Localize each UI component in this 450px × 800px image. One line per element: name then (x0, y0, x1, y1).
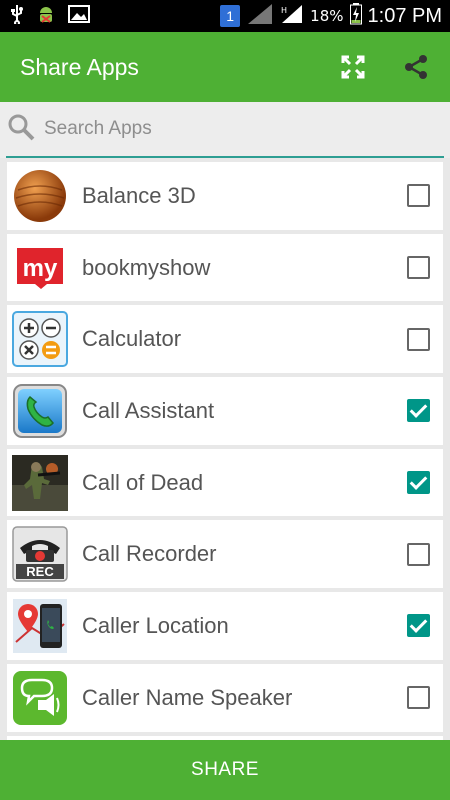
call-of-dead-icon (12, 454, 68, 511)
app-checkbox[interactable] (407, 614, 430, 638)
app-label: Caller Name Speaker (82, 684, 293, 710)
android-debug-icon (36, 4, 56, 28)
app-row-calculator[interactable]: Calculator (7, 305, 443, 374)
app-label: Call of Dead (82, 469, 204, 495)
app-row-call-assistant[interactable]: Call Assistant (7, 377, 443, 445)
app-checkbox[interactable] (407, 542, 430, 566)
caller-name-speaker-icon (12, 670, 68, 726)
bookmyshow-icon: my (12, 240, 68, 296)
balance-3d-icon (12, 168, 68, 224)
battery-charging-icon (349, 3, 362, 29)
signal-sim1-icon (246, 2, 274, 30)
app-checkbox[interactable] (407, 471, 430, 495)
battery-percent: 18% (310, 7, 344, 25)
app-checkbox[interactable] (407, 686, 430, 710)
app-label: Call Recorder (82, 541, 217, 567)
svg-text:H: H (281, 6, 287, 15)
app-list: Balance 3D my bookmyshow Calculator Call… (0, 158, 450, 740)
caller-location-icon (12, 598, 68, 654)
app-label: Balance 3D (82, 182, 196, 208)
app-row-bookmyshow[interactable]: my bookmyshow (7, 233, 443, 302)
app-row-balance-3d[interactable]: Balance 3D (7, 162, 443, 230)
app-label: Call Assistant (82, 397, 215, 423)
app-row-call-of-dead[interactable]: Call of Dead (7, 448, 443, 517)
app-checkbox[interactable] (407, 399, 430, 423)
call-assistant-icon (12, 383, 68, 439)
clock: 1:07 PM (367, 4, 442, 27)
svg-text:REC: REC (26, 564, 54, 579)
search-bar (0, 102, 450, 158)
app-bar: Share Apps (0, 32, 450, 102)
app-checkbox[interactable] (407, 184, 430, 208)
app-row-call-recorder[interactable]: REC Call Recorder (7, 520, 443, 589)
page-title: Share Apps (20, 53, 139, 80)
usb-icon (10, 4, 24, 28)
image-notification-icon (68, 5, 90, 27)
share-button[interactable]: SHARE (0, 740, 450, 800)
calculator-icon (12, 311, 68, 368)
app-checkbox[interactable] (407, 256, 430, 280)
app-row-caller-name-speaker[interactable]: Caller Name Speaker (7, 663, 443, 732)
share-icon[interactable] (402, 53, 430, 81)
status-bar: 1 H 18% 1:07 PM (0, 0, 450, 32)
sim-slot-badge: 1 (220, 5, 241, 27)
search-icon (6, 112, 36, 146)
app-checkbox[interactable] (407, 327, 430, 351)
svg-text:my: my (23, 255, 58, 282)
fullscreen-icon[interactable] (340, 54, 366, 80)
signal-sim2-icon: H (280, 3, 304, 29)
app-label: bookmyshow (82, 254, 211, 280)
app-label: Calculator (82, 326, 182, 352)
app-label: Caller Location (82, 612, 229, 638)
app-row-caller-location[interactable]: Caller Location (7, 592, 443, 660)
share-button-label: SHARE (191, 759, 259, 780)
call-recorder-icon: REC (12, 526, 68, 583)
search-input[interactable] (44, 118, 404, 140)
